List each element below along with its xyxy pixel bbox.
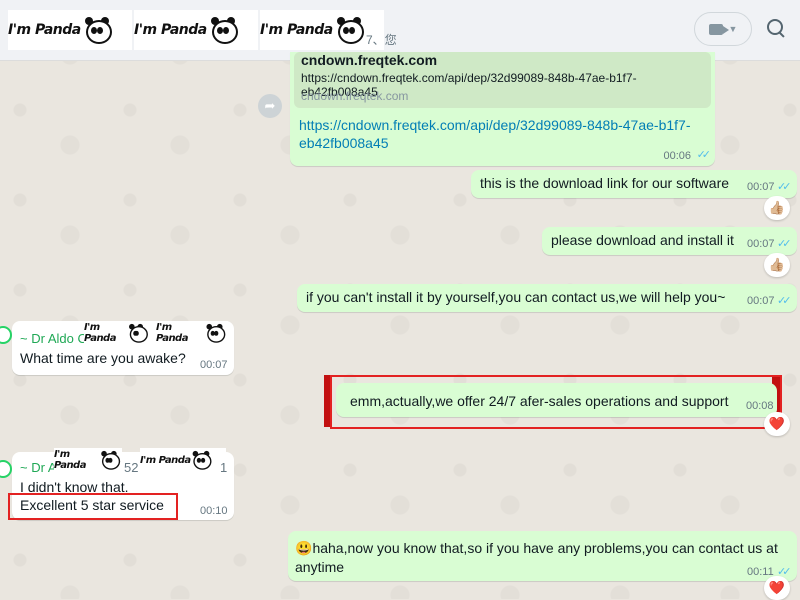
panda-sticker: I'm Panda bbox=[84, 321, 148, 345]
outgoing-message-link[interactable]: cndown.freqtek.com https://cndown.freqte… bbox=[290, 52, 715, 166]
message-time: 00:07 bbox=[200, 359, 228, 371]
message-text: What time are you awake? bbox=[20, 350, 186, 366]
message-content: 😃haha,now you know that,so if you have a… bbox=[295, 539, 787, 577]
sticker-text: I'm Panda bbox=[84, 322, 116, 344]
sender-name[interactable]: ~ Dr Aldo C bbox=[20, 331, 87, 346]
sender-phone-fragment: 52 bbox=[124, 460, 139, 475]
message-time: 00:07 bbox=[747, 181, 775, 193]
outgoing-message[interactable]: 😃haha,now you know that,so if you have a… bbox=[288, 531, 797, 581]
outgoing-message[interactable]: this is the download link for our softwa… bbox=[471, 170, 797, 198]
panda-icon bbox=[83, 16, 112, 44]
message-meta: 00:06 bbox=[663, 150, 691, 162]
panda-icon bbox=[205, 323, 226, 343]
panda-icon bbox=[191, 450, 212, 470]
message-text: if you can't install it by yourself,you … bbox=[306, 289, 726, 305]
message-link[interactable]: https://cndown.freqtek.com/api/dep/32d99… bbox=[299, 116, 709, 152]
message-time: 00:07 bbox=[747, 238, 775, 250]
outgoing-message[interactable]: if you can't install it by yourself,you … bbox=[297, 284, 797, 312]
reaction-heart[interactable]: ❤️ bbox=[764, 576, 790, 600]
reaction-heart[interactable]: ❤️ bbox=[764, 412, 790, 436]
panda-icon bbox=[209, 16, 238, 44]
link-preview-domain: cndown.freqtek.com bbox=[301, 89, 409, 103]
sender-name[interactable]: ~ Dr A bbox=[20, 460, 57, 475]
sticker-text: I'm Panda bbox=[260, 22, 333, 38]
panda-sticker: I'm Panda bbox=[156, 321, 228, 345]
reaction-thumbs-up[interactable]: 👍🏼 bbox=[764, 196, 790, 220]
forward-icon[interactable]: ➦ bbox=[258, 94, 282, 118]
panda-sticker: I'm Panda bbox=[140, 448, 226, 472]
panda-sticker: I'm Panda bbox=[134, 10, 258, 50]
panda-icon bbox=[100, 450, 121, 470]
message-time: 00:11 bbox=[747, 566, 774, 578]
message-text: this is the download link for our softwa… bbox=[480, 175, 730, 191]
search-button[interactable] bbox=[766, 18, 788, 40]
chat-subtitle: 7、您 bbox=[366, 33, 397, 47]
message-time: 00:06 bbox=[663, 150, 691, 162]
reaction-thumbs-up[interactable]: 👍🏼 bbox=[764, 253, 790, 277]
message-time: 00:10 bbox=[200, 505, 228, 517]
double-check-icon: ✓✓ bbox=[777, 295, 792, 307]
panda-icon bbox=[335, 16, 364, 44]
panda-sticker: I'm Panda bbox=[8, 10, 132, 50]
sticker-text: I'm Panda bbox=[140, 454, 191, 466]
sender-phone-fragment: 1 bbox=[220, 460, 228, 475]
link-preview-title: cndown.freqtek.com bbox=[301, 52, 438, 68]
highlight-box bbox=[8, 493, 178, 520]
panda-sticker: I'm Panda bbox=[54, 448, 122, 472]
chevron-down-icon: ▼ bbox=[728, 24, 738, 34]
highlight-box bbox=[330, 375, 782, 429]
message-time: 00:07 bbox=[747, 295, 775, 307]
sticker-text: I'm Panda bbox=[156, 322, 188, 344]
video-camera-icon bbox=[708, 23, 729, 35]
message-text: please download and install it bbox=[551, 232, 734, 248]
double-check-icon: ✓✓ bbox=[777, 181, 792, 193]
video-call-button[interactable]: ▼ bbox=[694, 12, 752, 46]
outgoing-message[interactable]: please download and install it 00:07 ✓✓ bbox=[542, 227, 797, 255]
smiley-emoji-icon: 😃 bbox=[295, 540, 313, 556]
panda-icon bbox=[127, 323, 148, 343]
sticker-text: I'm Panda bbox=[54, 449, 86, 471]
sticker-text: I'm Panda bbox=[134, 22, 207, 38]
message-text: haha,now you know that,so if you have an… bbox=[295, 540, 778, 575]
double-check-icon: ✓✓ bbox=[696, 149, 712, 161]
sticker-text: I'm Panda bbox=[8, 22, 81, 38]
link-preview[interactable]: cndown.freqtek.com https://cndown.freqte… bbox=[294, 52, 711, 108]
double-check-icon: ✓✓ bbox=[777, 238, 792, 250]
